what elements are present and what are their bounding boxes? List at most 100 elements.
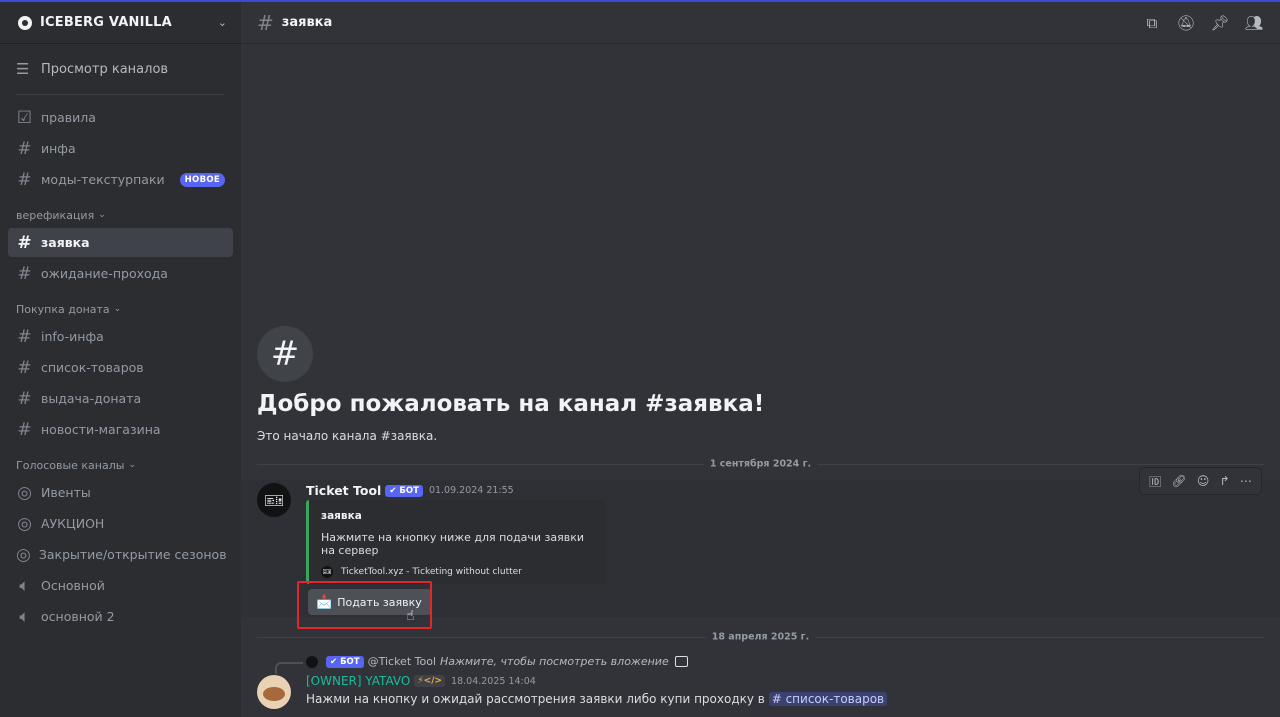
stage-icon: ◎ [17, 482, 32, 503]
message-text: Нажми на кнопку и ожидай рассмотрения за… [306, 692, 765, 706]
ticket-tool-avatar[interactable]: 🎫︎ [257, 483, 291, 517]
threads-icon[interactable]: ⧉ [1142, 13, 1162, 33]
members-icon[interactable]: 👥︎ [1244, 13, 1264, 33]
message-content: Нажми на кнопку и ожидай рассмотрения за… [306, 692, 888, 706]
username[interactable]: [OWNER] YATAVO [306, 674, 410, 688]
owner-avatar[interactable] [257, 675, 291, 709]
channel-label: ожидание-прохода [41, 266, 168, 281]
hash-icon: # [17, 357, 32, 378]
category-label: верефикация [16, 208, 95, 222]
hash-icon: # [17, 232, 32, 253]
hash-icon: # [17, 419, 32, 440]
channel-label: Закрытие/открытие сезонов [38, 547, 227, 562]
category-donate[interactable]: Покупка доната ⌄ [0, 298, 241, 320]
channel-label: правила [41, 110, 96, 125]
stage-icon: ◎ [16, 544, 31, 565]
sidebar-item-events[interactable]: ◎ Ивенты [8, 478, 233, 507]
hash-icon: # [17, 169, 32, 190]
channel-sidebar: ICEBERG VANILLA ⌄ ☰ Просмотр каналов ☑ п… [0, 2, 241, 717]
hash-icon: # [17, 326, 32, 347]
chevron-down-icon: ⌄ [128, 460, 136, 470]
more-icon[interactable]: ⋯ [1240, 474, 1252, 488]
sidebar-item-rules[interactable]: ☑ правила [8, 103, 233, 132]
reply-connector [275, 662, 303, 674]
channel-label: выдача-доната [41, 391, 142, 406]
embed-footer: 🎫︎ TicketTool.xyz - Ticketing without cl… [321, 566, 594, 578]
chevron-down-icon: ⌄ [113, 304, 122, 314]
discord-app: ICEBERG VANILLA ⌄ ☰ Просмотр каналов ☑ п… [0, 0, 1280, 717]
message-header: [OWNER] YATAVO ⚡</> 18.04.2025 14:04 [306, 674, 536, 688]
sidebar-item-shop-news[interactable]: # новости-магазина [8, 415, 233, 444]
link-icon[interactable]: 🔗︎ [1171, 474, 1186, 488]
message-embed: заявка Нажмите на кнопку ниже для подачи… [306, 500, 606, 584]
sidebar-item-donate-issue[interactable]: # выдача-доната [8, 384, 233, 413]
hand-cursor-icon: ☝ [406, 608, 415, 624]
timestamp: 01.09.2024 21:55 [428, 485, 514, 496]
pin-icon[interactable]: 📌︎ [1210, 13, 1230, 33]
chevron-down-icon: ⌄ [217, 16, 227, 29]
message-actions-toolbar: 🆔︎ 🔗︎ ☺ ↱ ⋯ [1139, 467, 1262, 495]
embed-title: заявка [321, 510, 362, 522]
sidebar-item-application[interactable]: # заявка [8, 228, 233, 257]
sidebar-item-product-list[interactable]: # список-товаров [8, 353, 233, 382]
browse-icon: ☰ [16, 60, 30, 78]
id-icon[interactable]: 🆔︎ [1149, 473, 1161, 490]
hash-icon: # [17, 138, 32, 159]
rules-icon: ☑ [16, 107, 33, 128]
browse-channels[interactable]: ☰ Просмотр каналов [0, 50, 241, 88]
server-name: ICEBERG VANILLA [40, 15, 172, 30]
bot-badge: ✔ БОТ [385, 484, 423, 497]
channel-label: заявка [41, 235, 90, 250]
channel-mention[interactable]: # список-товаров [768, 692, 888, 706]
channel-label: список-товаров [41, 360, 144, 375]
sidebar-item-auction[interactable]: ◎ АУКЦИОН [8, 509, 233, 538]
embed-description: Нажмите на кнопку ниже для подачи заявки… [321, 531, 585, 557]
date-divider: 1 сентября 2024 г. [257, 458, 1264, 470]
channel-label: АУКЦИОН [41, 516, 105, 531]
server-icon [18, 15, 32, 30]
channel-label: моды-текстурпаки [41, 172, 165, 187]
sidebar-divider [16, 94, 224, 95]
category-voice[interactable]: Голосовые каналы ⌄ [0, 454, 241, 476]
timestamp: 18.04.2025 14:04 [451, 675, 536, 687]
category-label: Голосовые каналы [16, 458, 125, 472]
welcome-subtitle: Это начало канала #заявка. [257, 429, 438, 443]
new-badge: НОВОЕ [179, 172, 225, 187]
chevron-down-icon: ⌄ [98, 210, 106, 220]
sidebar-item-mods[interactable]: # моды-текстурпаки НОВОЕ [8, 165, 233, 194]
reply-author: @Ticket Tool [367, 655, 436, 668]
sidebar-item-main-voice[interactable]: 🔈︎ Основной [8, 571, 233, 600]
speaker-icon: 🔈︎ [19, 606, 30, 627]
reply-preview[interactable]: ✔ БОТ @Ticket Tool Нажмите, чтобы посмот… [306, 655, 688, 668]
hash-icon: # [17, 388, 32, 409]
stage-icon: ◎ [17, 513, 32, 534]
channel-label: основной 2 [41, 609, 115, 624]
date-label: 1 сентября 2024 г. [703, 458, 818, 470]
reply-avatar [306, 655, 318, 668]
date-label: 18 апреля 2025 г. [705, 631, 816, 643]
header-toolbar: ⧉ 🔕︎ 📌︎ 👥︎ [1142, 13, 1264, 33]
hash-icon: # [17, 263, 32, 284]
welcome-title: Добро пожаловать на канал #заявка! [257, 391, 765, 417]
sidebar-item-seasons[interactable]: ◎ Закрытие/открытие сезонов [8, 540, 233, 569]
channel-label: Ивенты [41, 485, 91, 500]
category-verification[interactable]: верефикация ⌄ [0, 204, 241, 226]
server-header[interactable]: ICEBERG VANILLA ⌄ [0, 2, 241, 44]
browse-label: Просмотр каналов [41, 61, 169, 77]
forward-icon[interactable]: ↱ [1220, 474, 1230, 488]
mute-bell-icon[interactable]: 🔕︎ [1176, 13, 1196, 33]
sidebar-item-main-voice-2[interactable]: 🔈︎ основной 2 [8, 602, 233, 631]
category-label: Покупка доната [16, 302, 110, 316]
sidebar-item-info-donate[interactable]: # info-инфа [8, 322, 233, 351]
developer-badge: ⚡</> [414, 675, 446, 687]
date-divider: 18 апреля 2025 г. [257, 631, 1264, 643]
message-header: Ticket Tool ✔ БОТ 01.09.2024 21:55 [306, 483, 514, 498]
sidebar-item-info[interactable]: # инфа [8, 134, 233, 163]
sidebar-item-waiting[interactable]: # ожидание-прохода [8, 259, 233, 288]
channel-label: инфа [41, 141, 76, 156]
image-icon [674, 656, 688, 667]
footer-text: TicketTool.xyz - Ticketing without clutt… [341, 567, 522, 577]
add-reaction-icon[interactable]: ☺ [1197, 474, 1210, 488]
channel-hash-icon: # [257, 326, 313, 382]
username[interactable]: Ticket Tool [306, 483, 381, 498]
